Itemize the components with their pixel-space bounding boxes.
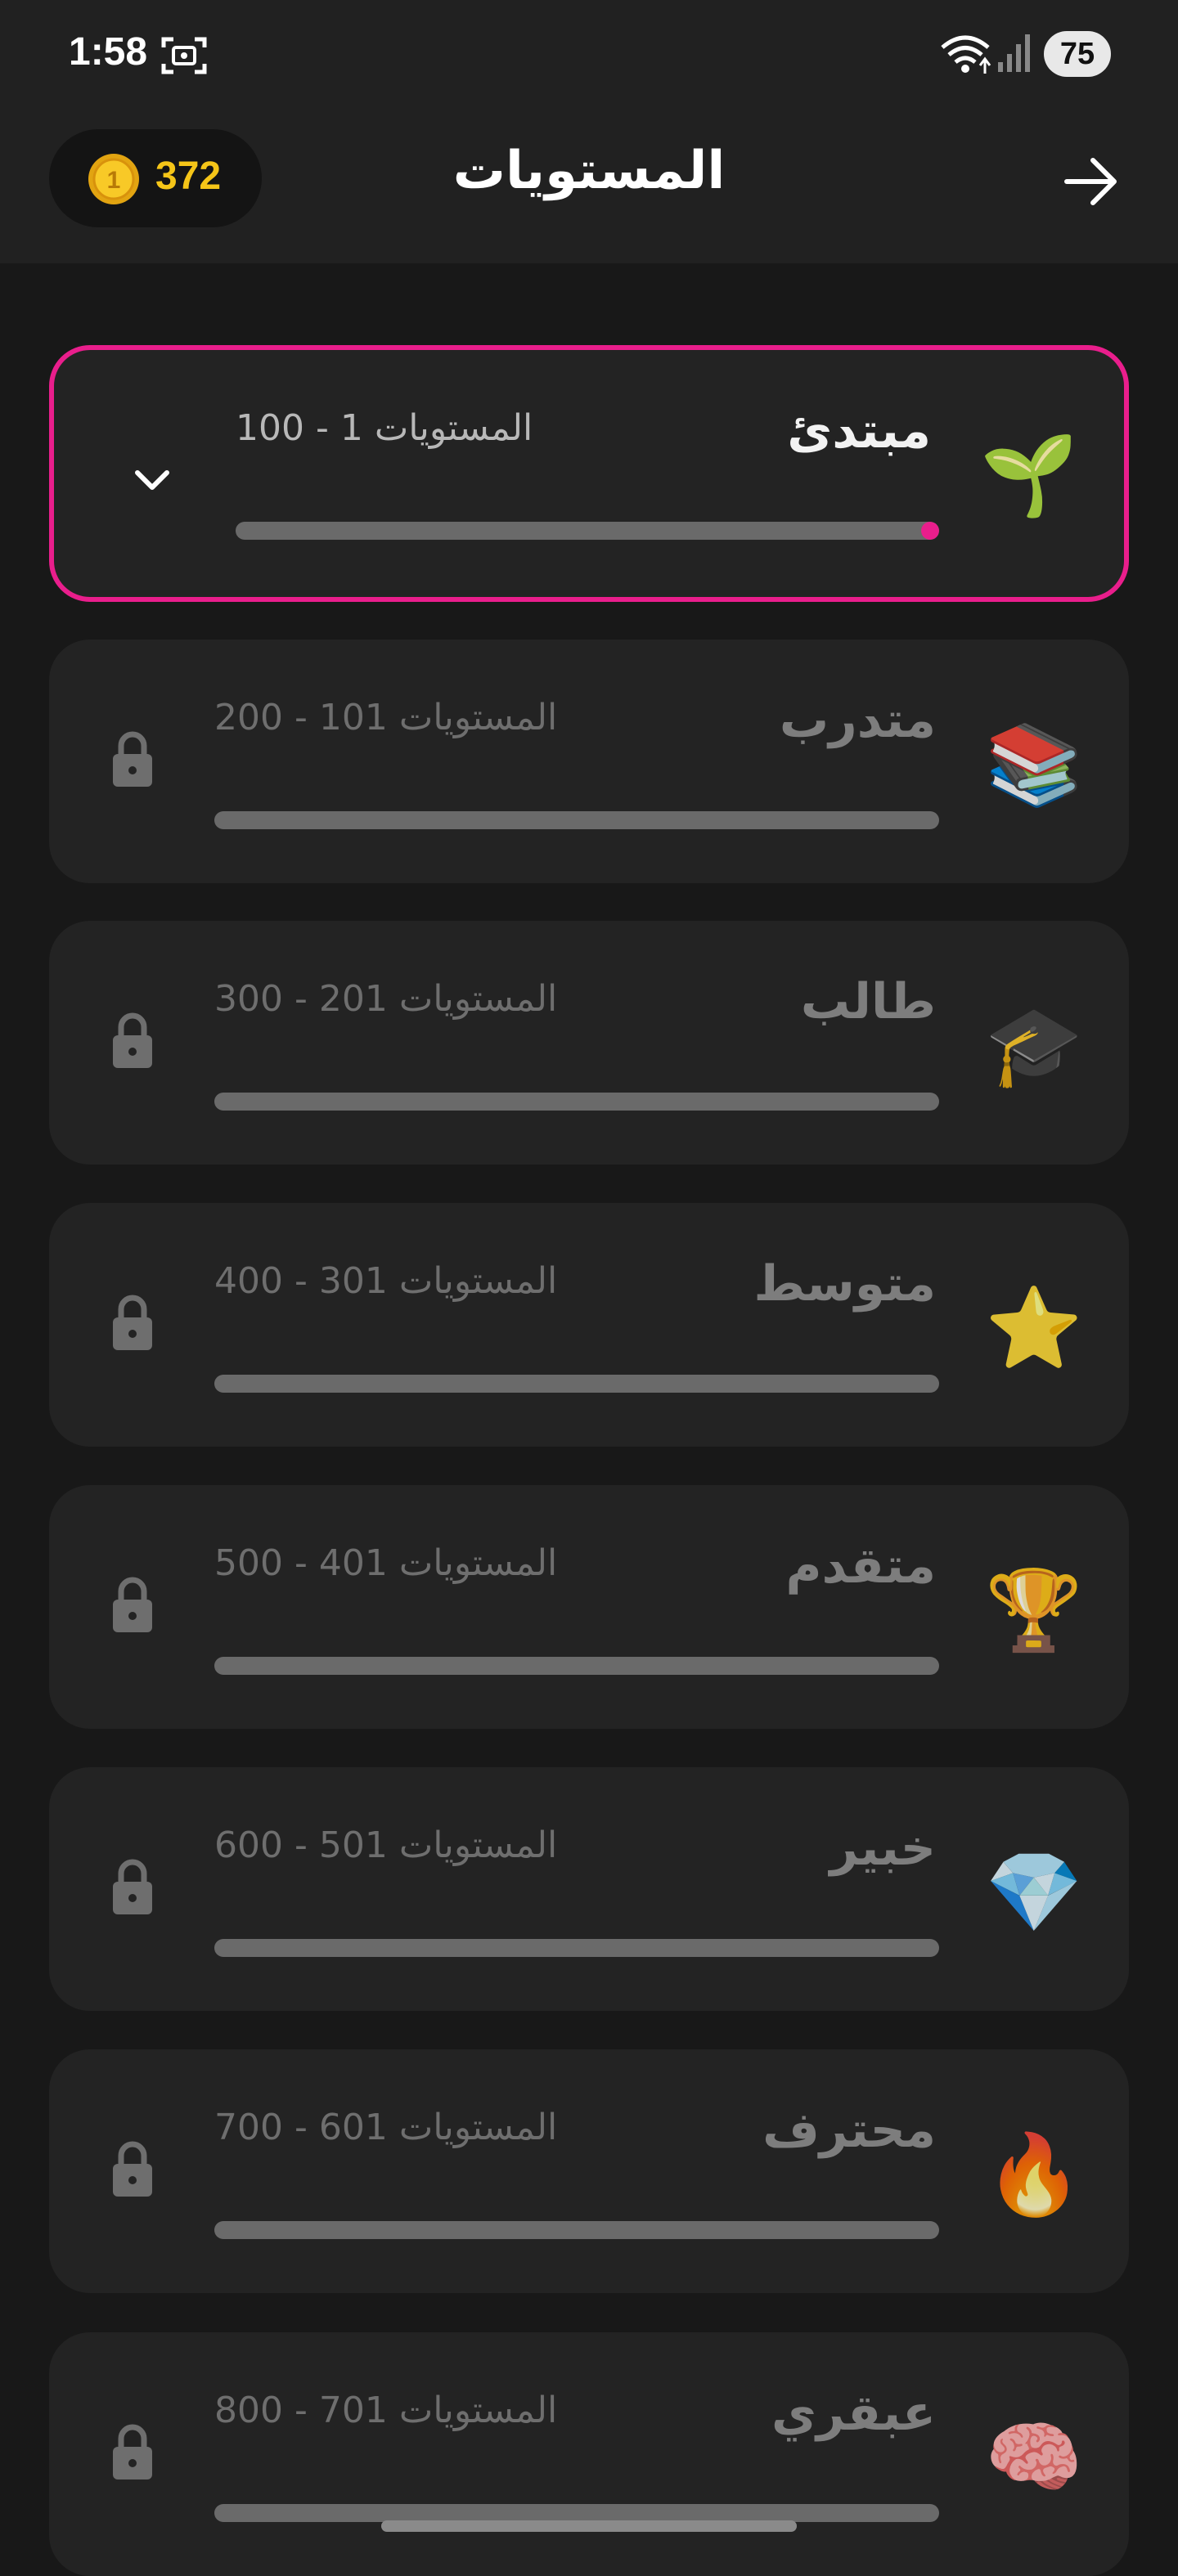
wifi-icon <box>941 35 991 74</box>
level-title: عبقري <box>771 2385 936 2442</box>
lock-icon <box>113 1012 152 1068</box>
level-progress-bar <box>214 2221 939 2239</box>
level-card[interactable]: 📚 متدرب المستويات 101 - 200 <box>49 640 1129 883</box>
level-progress-fill <box>921 522 939 540</box>
level-card[interactable]: 🔥 محترف المستويات 601 - 700 <box>49 2049 1129 2293</box>
level-emoji-icon: 🔥 <box>985 2129 1083 2220</box>
level-title: متوسط <box>753 1255 936 1313</box>
lock-icon <box>113 2424 152 2480</box>
level-range: المستويات 601 - 700 <box>214 2107 558 2148</box>
level-progress-bar <box>214 1939 939 1957</box>
lock-icon <box>113 1859 152 1914</box>
level-range: المستويات 701 - 800 <box>214 2390 558 2431</box>
level-progress-bar <box>214 811 939 829</box>
level-title: طالب <box>800 973 936 1030</box>
lock-icon <box>113 731 152 787</box>
lock-icon <box>113 1577 152 1632</box>
level-card[interactable]: 🌱 مبتدئ المستويات 1 - 100 <box>49 345 1129 602</box>
level-emoji-icon: 📚 <box>985 719 1083 810</box>
level-range: المستويات 301 - 400 <box>214 1260 558 1302</box>
lock-icon <box>113 2141 152 2197</box>
level-card[interactable]: 🏆 متقدم المستويات 401 - 500 <box>49 1485 1129 1729</box>
level-progress-bar <box>214 1657 939 1675</box>
screenshot-icon <box>161 37 207 74</box>
level-range: المستويات 101 - 200 <box>214 697 558 738</box>
level-progress-bar <box>214 1375 939 1393</box>
level-title: متدرب <box>779 692 936 749</box>
level-emoji-icon: ⭐ <box>985 1282 1083 1374</box>
coin-icon: 1 <box>88 154 139 204</box>
coin-balance[interactable]: 1 372 <box>49 129 262 227</box>
lock-icon <box>113 1295 152 1350</box>
header: 1 372 المستويات <box>0 106 1178 263</box>
level-emoji-icon: 💎 <box>985 1847 1083 1938</box>
level-card[interactable]: 🎓 طالب المستويات 201 - 300 <box>49 921 1129 1165</box>
signal-icon <box>998 34 1030 72</box>
level-title: متقدم <box>785 1537 936 1595</box>
chevron-down-icon[interactable] <box>128 464 177 497</box>
level-card[interactable]: 🧠 عبقري المستويات 701 - 800 <box>49 2332 1129 2576</box>
level-range: المستويات 201 - 300 <box>214 978 558 1020</box>
level-card[interactable]: ⭐ متوسط المستويات 301 - 400 <box>49 1203 1129 1447</box>
level-title: مبتدئ <box>787 402 931 460</box>
level-range: المستويات 401 - 500 <box>214 1542 558 1584</box>
level-range: المستويات 1 - 100 <box>236 407 533 449</box>
home-indicator <box>381 2520 797 2532</box>
battery-indicator: 75 <box>1044 31 1111 77</box>
status-bar: 1:58 75 <box>0 0 1178 106</box>
level-range: المستويات 501 - 600 <box>214 1824 558 1866</box>
coin-count: 372 <box>155 155 222 198</box>
level-emoji-icon: 🏆 <box>985 1564 1083 1656</box>
level-progress-bar <box>214 1093 939 1111</box>
level-emoji-icon: 🧠 <box>985 2412 1083 2503</box>
level-emoji-icon: 🌱 <box>980 429 1078 521</box>
status-time: 1:58 <box>69 30 148 74</box>
svg-text:1: 1 <box>107 167 121 194</box>
page-title: المستويات <box>452 141 726 201</box>
level-emoji-icon: 🎓 <box>985 1000 1083 1092</box>
level-title: خبير <box>830 1820 936 1877</box>
back-arrow-icon[interactable] <box>1060 150 1122 213</box>
level-title: محترف <box>762 2102 936 2159</box>
level-progress-bar <box>214 2504 939 2522</box>
level-progress-bar <box>236 522 939 540</box>
level-card[interactable]: 💎 خبير المستويات 501 - 600 <box>49 1767 1129 2011</box>
